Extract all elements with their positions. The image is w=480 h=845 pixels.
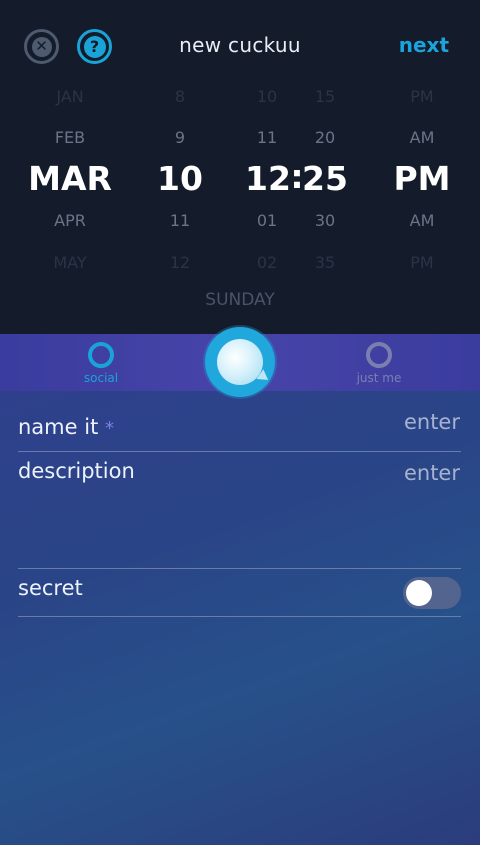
picker-minute-option[interactable]: 15 [315, 87, 335, 106]
picker-month-option[interactable]: FEB [55, 128, 85, 147]
secret-label: secret [18, 576, 83, 600]
name-field-label: name it * [18, 415, 114, 439]
picker-day-option[interactable]: 9 [175, 128, 185, 147]
divider [18, 616, 461, 617]
picker-minute-option[interactable]: 35 [315, 253, 335, 272]
picker-minute-option[interactable]: 20 [315, 128, 335, 147]
name-input[interactable]: enter [404, 410, 460, 434]
tab-social[interactable]: social [61, 342, 141, 385]
picker-minute-selected[interactable]: 25 [302, 159, 348, 198]
name-field-label-text: name it [18, 415, 99, 439]
picker-hour-option[interactable]: 01 [257, 211, 277, 230]
required-mark: * [105, 418, 114, 439]
picker-day-selected[interactable]: 10 [157, 159, 203, 198]
divider [18, 568, 461, 569]
picker-month-option[interactable]: JAN [56, 87, 83, 106]
picker-panel: ✕ ? new cuckuu next JAN FEB MAR APR MAY … [0, 0, 480, 334]
picker-minute-option[interactable]: 30 [315, 211, 335, 230]
description-input[interactable]: enter [404, 461, 460, 485]
weekday-label: SUNDAY [205, 290, 275, 310]
tab-just-me[interactable]: just me [339, 342, 419, 385]
toggle-knob [406, 580, 432, 606]
form-panel: social just me name it * enter descripti… [0, 327, 480, 845]
secret-toggle[interactable] [403, 577, 461, 609]
picker-month-option[interactable]: APR [54, 211, 86, 230]
speech-bubble-icon [217, 339, 263, 385]
picker-month-selected[interactable]: MAR [28, 159, 112, 198]
just-me-icon [366, 342, 392, 368]
picker-day-option[interactable]: 12 [170, 253, 190, 272]
tab-social-label: social [83, 371, 119, 385]
tab-just-me-label: just me [356, 371, 402, 385]
datetime-picker[interactable]: JAN FEB MAR APR MAY 8 9 10 11 12 10 11 1… [0, 0, 480, 334]
description-field-label: description [18, 459, 135, 483]
picker-ampm-option[interactable]: PM [410, 253, 433, 272]
picker-ampm-option[interactable]: PM [410, 87, 433, 106]
divider [18, 451, 461, 452]
picker-ampm-selected[interactable]: PM [393, 159, 450, 198]
picker-ampm-option[interactable]: AM [410, 128, 435, 147]
picker-hour-option[interactable]: 02 [257, 253, 277, 272]
picker-ampm-option[interactable]: AM [410, 211, 435, 230]
picker-hour-option[interactable]: 10 [257, 87, 277, 106]
social-icon [88, 342, 114, 368]
picker-day-option[interactable]: 11 [170, 211, 190, 230]
picker-day-option[interactable]: 8 [175, 87, 185, 106]
picker-month-option[interactable]: MAY [53, 253, 86, 272]
cuckuu-logo-button[interactable] [205, 327, 275, 397]
picker-hour-option[interactable]: 11 [257, 128, 277, 147]
picker-hour-selected[interactable]: 12 [245, 159, 291, 198]
